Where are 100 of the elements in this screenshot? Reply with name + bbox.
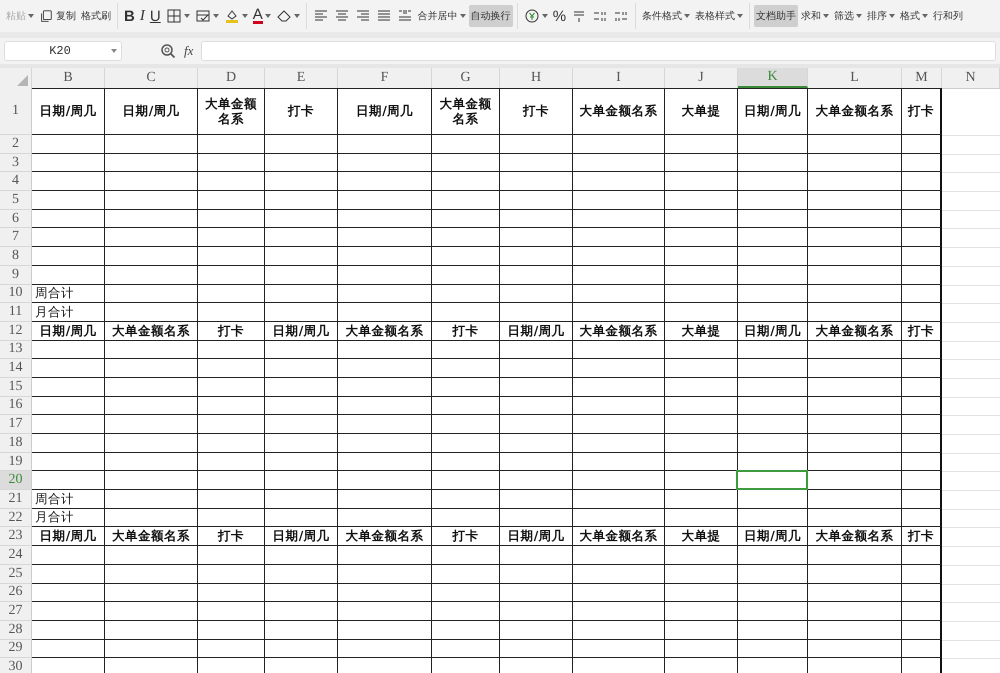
column-header[interactable]: L — [808, 68, 902, 88]
row-header[interactable]: 25 — [0, 564, 32, 584]
function-label[interactable]: fx — [184, 43, 194, 59]
table-cell — [432, 172, 500, 192]
table-cell — [432, 396, 500, 416]
row-header[interactable]: 28 — [0, 620, 32, 640]
table-cell — [738, 602, 808, 621]
table-cell — [198, 452, 265, 472]
row-header[interactable]: 18 — [0, 434, 32, 453]
row-header[interactable]: 2 — [0, 135, 32, 154]
row-header[interactable]: 26 — [0, 584, 32, 602]
bold-button[interactable]: B — [122, 5, 137, 27]
toolbar-button[interactable]: 合并居中 — [416, 5, 468, 27]
toolbar-button[interactable]: 筛选 — [832, 5, 864, 27]
row-header[interactable]: 30 — [0, 658, 32, 673]
row-header[interactable]: 4 — [0, 172, 32, 192]
row-header[interactable]: 22 — [0, 508, 32, 528]
italic-button[interactable]: I — [138, 5, 147, 27]
caret-icon — [111, 49, 117, 53]
table-cell: 大单金额名系 — [573, 527, 665, 546]
table-cell — [198, 584, 265, 602]
row-header[interactable]: 13 — [0, 340, 32, 360]
formula-field[interactable] — [201, 41, 996, 61]
row-header[interactable]: 5 — [0, 191, 32, 210]
row-header[interactable]: 9 — [0, 266, 32, 284]
column-header[interactable]: D — [198, 68, 265, 88]
table-cell — [902, 359, 942, 378]
column-header[interactable]: F — [338, 68, 432, 88]
table-cell — [738, 284, 808, 304]
table-cell: 日期/周几 — [265, 322, 338, 341]
table-cell — [902, 154, 942, 172]
row-header[interactable]: 21 — [0, 490, 32, 509]
row-header[interactable]: 12 — [0, 322, 32, 341]
column-header[interactable]: B — [32, 68, 105, 88]
table-cell: 日期/周几 — [32, 527, 105, 546]
toolbar-button[interactable]: 条件格式 — [640, 5, 692, 27]
row-header[interactable]: 27 — [0, 602, 32, 621]
toolbar-button[interactable]: 求和 — [799, 5, 832, 27]
table-cell — [432, 620, 500, 640]
column-header[interactable]: C — [105, 68, 198, 88]
toolbar-button[interactable]: 表格样式 — [693, 5, 746, 27]
column-header[interactable]: H — [500, 68, 573, 88]
zoom-icon[interactable] — [160, 43, 176, 59]
row-header[interactable]: 23 — [0, 527, 32, 546]
table-cell — [432, 546, 500, 565]
row-header[interactable]: 16 — [0, 396, 32, 416]
copy-button[interactable]: 复制 — [37, 5, 78, 27]
column-header[interactable]: N — [942, 68, 1000, 88]
table-cell — [738, 359, 808, 378]
table-cell: 大单提 — [665, 322, 738, 341]
row-header[interactable]: 1 — [0, 88, 32, 135]
row-header[interactable]: 29 — [0, 640, 32, 658]
row-header[interactable]: 19 — [0, 452, 32, 472]
font-color-button[interactable]: A — [250, 5, 273, 27]
column-header[interactable]: I — [573, 68, 665, 88]
row-header[interactable]: 17 — [0, 415, 32, 434]
toolbar-button[interactable]: 排序 — [865, 5, 898, 27]
table-cell: 周合计 — [32, 284, 105, 304]
caret-icon — [684, 14, 690, 18]
table-cell — [902, 210, 942, 228]
table-cell: 大单提 — [665, 527, 738, 546]
table-cell: 日期/周几 — [738, 527, 808, 546]
toolbar-button[interactable]: 格式 — [898, 5, 930, 27]
table-check-icon — [194, 8, 211, 24]
table-cell: 大单金额名系 — [808, 88, 902, 135]
table-cell — [432, 471, 500, 490]
row-header[interactable]: 6 — [0, 210, 32, 228]
toolbar-button[interactable]: 自动换行 — [468, 5, 513, 27]
table-cell — [432, 640, 500, 658]
row-header[interactable]: 24 — [0, 546, 32, 565]
toolbar-button[interactable]: 文档助手 — [754, 5, 798, 27]
column-header[interactable]: E — [265, 68, 338, 88]
percent-button[interactable]: % — [550, 5, 568, 27]
table-cell — [902, 135, 942, 154]
table-cell — [432, 490, 500, 509]
row-header[interactable]: 11 — [0, 303, 32, 322]
toolbar-button[interactable]: 格式刷 — [79, 5, 113, 27]
table-cell: 大单金额名系 — [573, 88, 665, 135]
row-header[interactable]: 7 — [0, 228, 32, 248]
row-header[interactable]: 8 — [0, 247, 32, 266]
table-cell: 大单金额名系 — [808, 322, 902, 341]
row-header[interactable]: 3 — [0, 154, 32, 172]
column-header[interactable]: M — [902, 68, 942, 88]
column-header[interactable]: G — [432, 68, 500, 88]
table-cell — [432, 602, 500, 621]
row-header[interactable]: 14 — [0, 359, 32, 378]
table-cell — [738, 135, 808, 154]
caret-icon — [922, 14, 928, 18]
underline-button[interactable]: U — [148, 5, 163, 27]
table-cell — [738, 340, 808, 360]
row-header[interactable]: 10 — [0, 284, 32, 304]
table-cell — [432, 508, 500, 528]
name-box[interactable]: K20 — [4, 41, 122, 61]
caret-icon — [737, 14, 744, 18]
toolbar-button[interactable]: 行和列 — [931, 5, 966, 27]
table-cell — [432, 434, 500, 453]
table-cell — [902, 340, 942, 360]
row-header[interactable]: 15 — [0, 378, 32, 397]
table-cell — [902, 303, 942, 322]
table-cell — [432, 135, 500, 154]
